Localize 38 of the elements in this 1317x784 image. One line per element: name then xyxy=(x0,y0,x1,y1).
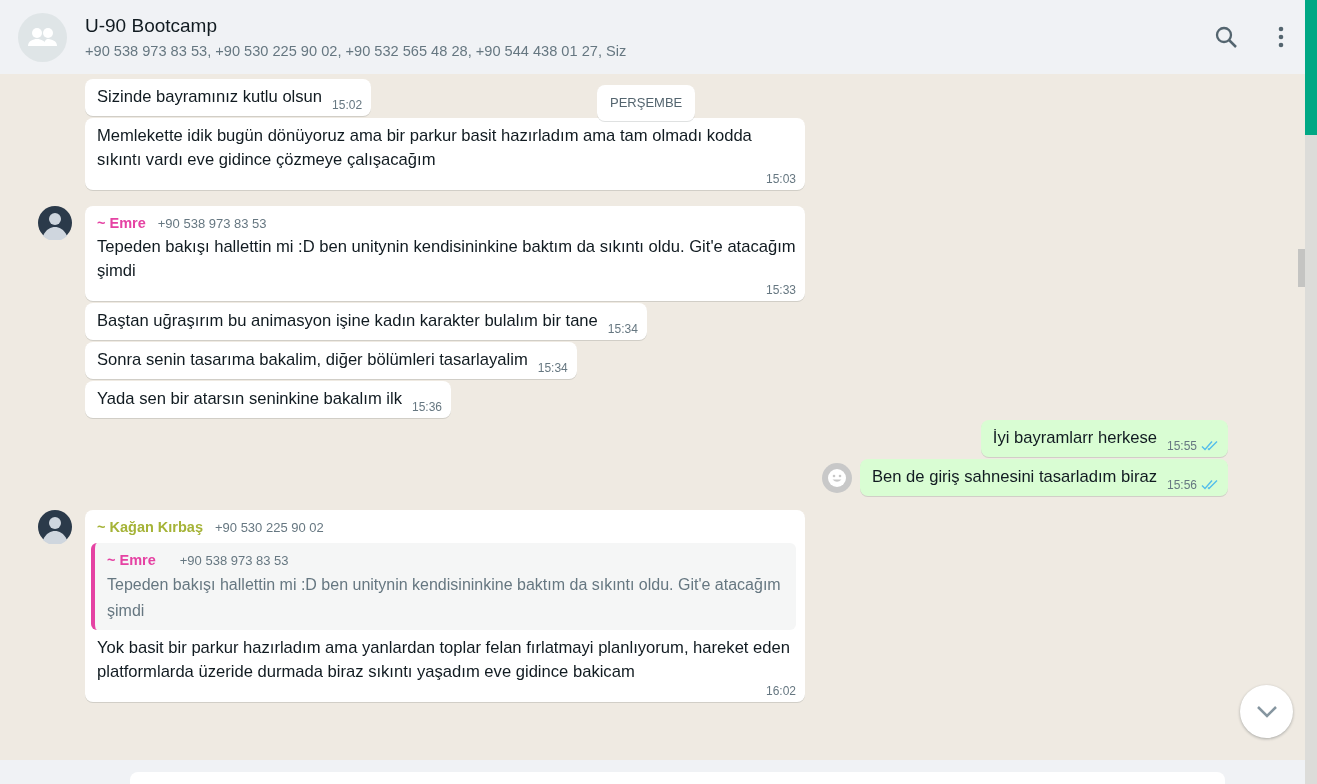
search-icon[interactable] xyxy=(1214,25,1238,49)
scroll-down-button[interactable] xyxy=(1240,685,1293,738)
menu-icon[interactable] xyxy=(1277,25,1285,49)
sender-phone: +90 538 973 83 53 xyxy=(157,215,267,233)
sender-name: ~ Emre xyxy=(97,214,146,233)
quoted-sender: ~ Emre xyxy=(107,551,156,570)
message-text: Sizinde bayramınız kutlu olsun xyxy=(97,86,323,108)
message-time: 15:36 xyxy=(412,400,443,414)
sender-name: ~ Kağan Kırbaş xyxy=(97,518,203,537)
emoji-icon[interactable] xyxy=(821,462,852,493)
message-time: 15:33 xyxy=(765,283,796,297)
message-text: İyi bayramlarr herkese xyxy=(992,427,1157,449)
quoted-phone: +90 538 973 83 53 xyxy=(179,552,289,570)
message-text: Sonra senin tasarıma bakalim, diğer bölümleri tasarlayalim xyxy=(97,349,528,371)
message-time: 15:34 xyxy=(607,322,638,336)
quoted-text: Tepeden bakışı hallettin mi :D ben unitynin kendisininkine baktım da sıkıntı oldu. Git'e atacağım şimdi xyxy=(107,575,782,621)
avatar[interactable] xyxy=(38,206,72,240)
message-time: 15:55 xyxy=(1166,439,1197,453)
message-text: Yada sen bir atarsın seninkine bakalım ilk xyxy=(97,388,402,410)
message-time: 15:02 xyxy=(332,98,363,112)
message-text: Yok basit bir parkur hazırladım ama yanlardan toplar felan fırlatmayi planlıyorum, hareket eden platformlarda üzeride durmada biraz sıkıntı yaşadım eve gidince bakicam xyxy=(97,637,791,683)
message-text: Memlekette idik bugün dönüyoruz ama bir parkur basit hazırladım ama tam olmadı kodda sıkıntı vardı eve gidince çözmeye çalışacağım xyxy=(97,125,753,171)
group-members: +90 538 973 83 53, +90 530 225 90 02, +90 532 565 48 28, +90 544 438 01 27, Siz xyxy=(85,43,628,59)
group-avatar-icon[interactable] xyxy=(18,12,67,62)
message-text: Ben de giriş sahnesini tasarladım biraz xyxy=(871,466,1157,488)
message-time: 16:02 xyxy=(765,684,796,698)
message-text: Tepeden bakışı hallettin mi :D ben unitynin kendisininkine baktım da sıkıntı oldu. Git'e atacağım şimdi xyxy=(97,236,796,282)
sender-phone: +90 530 225 90 02 xyxy=(214,519,324,537)
avatar[interactable] xyxy=(38,510,72,544)
quoted-message[interactable]: ~ Emre +90 538 973 83 53 Tepeden bakışı hallettin mi :D ben unitynin kendisininkine baktım da sıkıntı oldu. Git'e atacağım şimdi xyxy=(91,543,796,630)
message-time: 15:56 xyxy=(1166,478,1197,492)
message-time: 15:34 xyxy=(537,361,568,375)
date-label: PERŞEMBE xyxy=(597,85,696,121)
message-time: 15:03 xyxy=(765,172,796,186)
chat-title[interactable]: U-90 Bootcamp xyxy=(85,15,1175,37)
message-text: Baştan uğraşırım bu animasyon işine kadın karakter bulalım bir tane xyxy=(97,310,598,332)
chevron-down-icon xyxy=(1255,704,1278,719)
scrollbar-thumb[interactable] xyxy=(1298,249,1305,287)
